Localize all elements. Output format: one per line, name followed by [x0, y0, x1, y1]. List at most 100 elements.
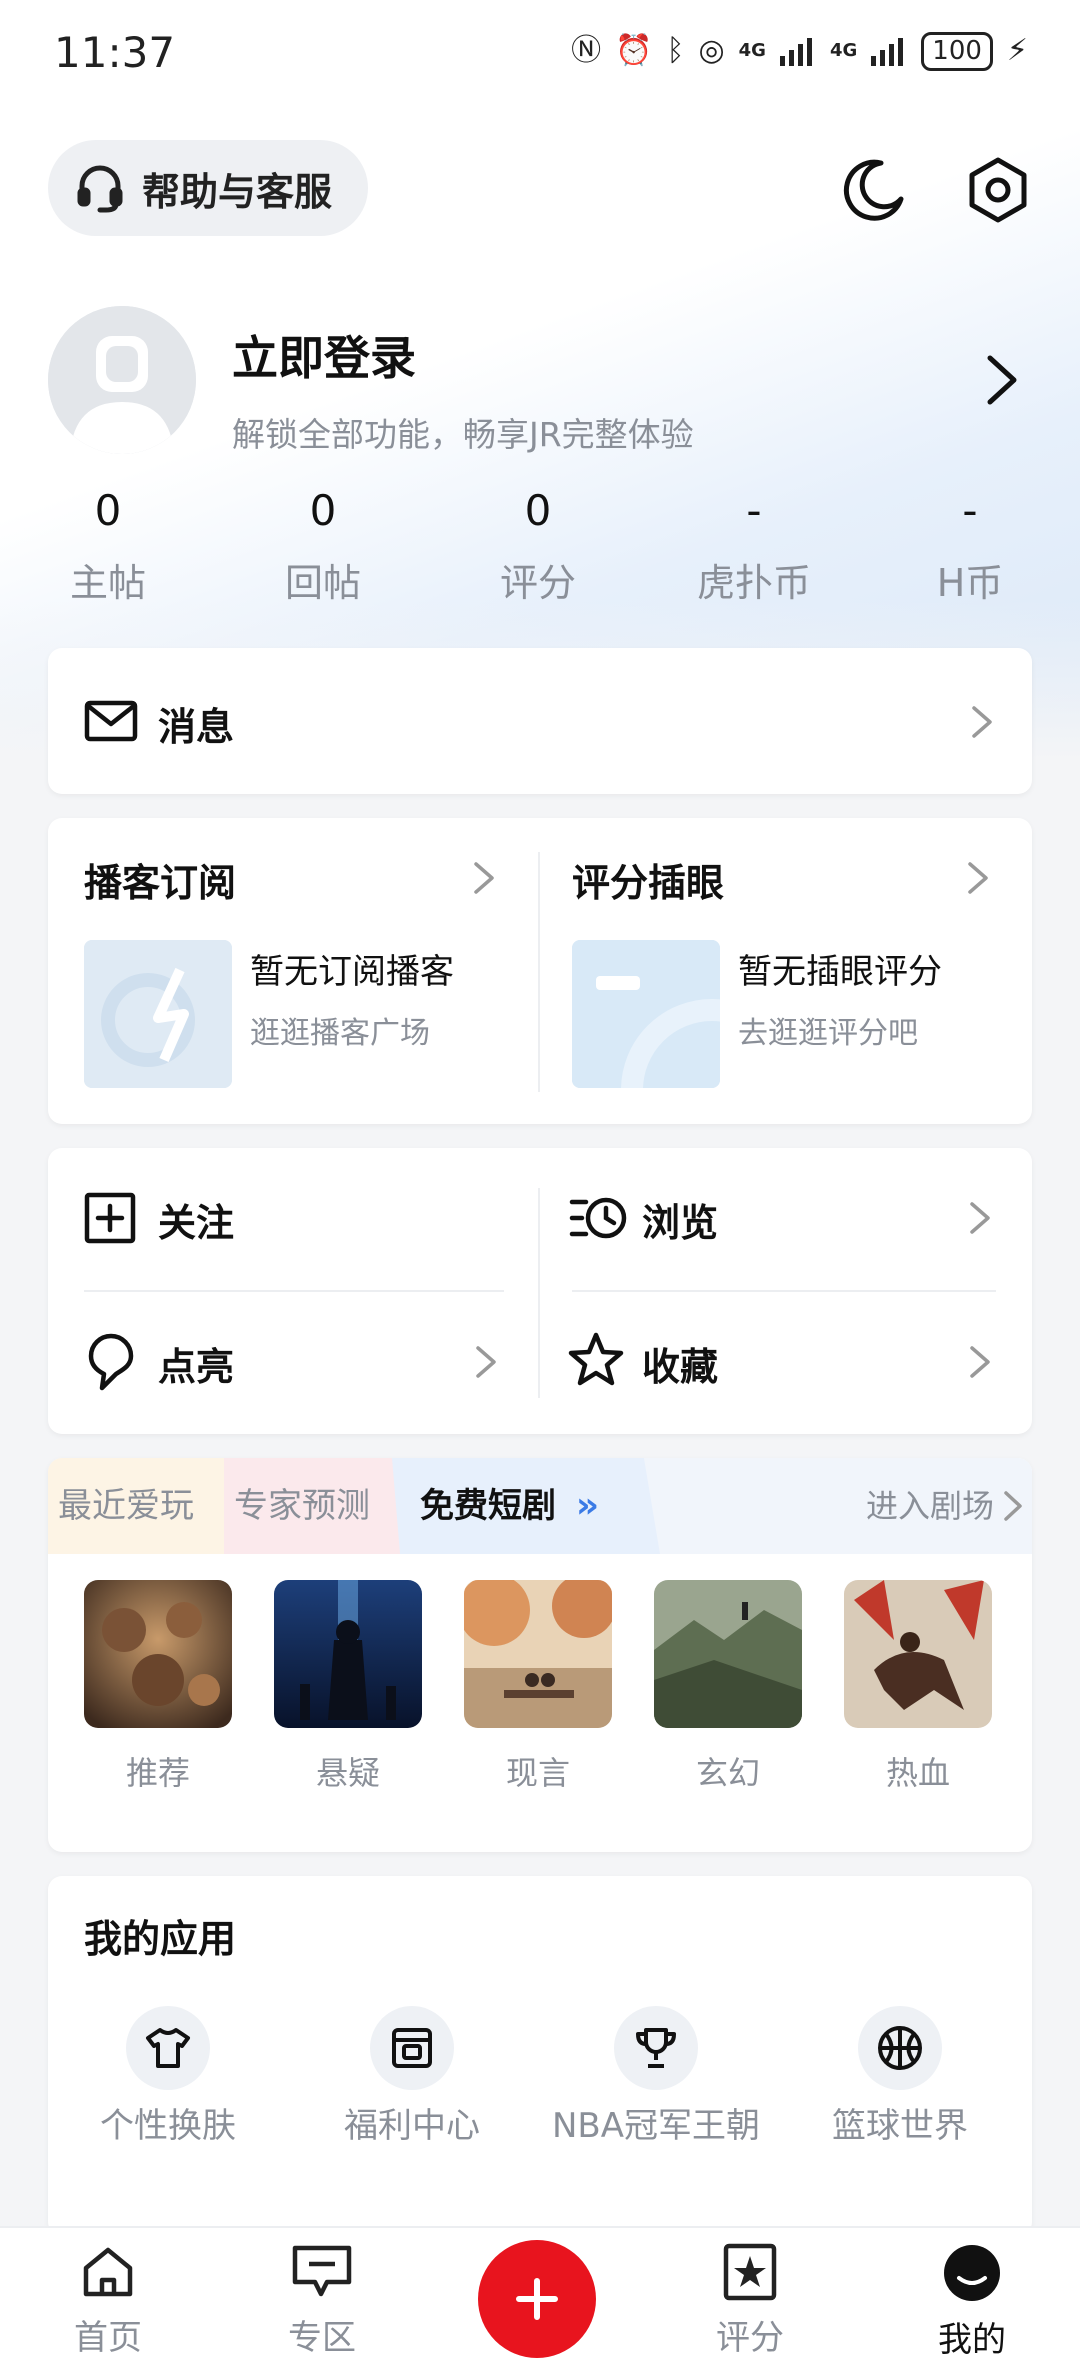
genre-item[interactable]: 推荐: [84, 1580, 232, 1794]
rating-watch-title: 评分插眼: [572, 861, 725, 905]
signal-icon-2: [871, 38, 904, 67]
nav-rating[interactable]: 评分: [680, 2242, 820, 2359]
rating-placeholder-image: [572, 940, 720, 1088]
headset-icon: [77, 165, 123, 213]
podcast-placeholder-image: [84, 940, 232, 1088]
nfc-icon: Ⓝ: [571, 33, 602, 69]
stat-value: -: [746, 486, 762, 535]
stat-label: 虎扑币: [696, 561, 811, 605]
double-chevron-icon: »: [575, 1485, 600, 1526]
genre-cover-image: [844, 1580, 992, 1728]
follow-label: 关注: [158, 1201, 235, 1245]
status-time: 11:37: [54, 28, 176, 77]
app-item-welfare[interactable]: 福利中心: [292, 2006, 532, 2147]
stat-label: 主帖: [69, 561, 146, 605]
genre-list: 推荐 悬疑 现言 玄幻 热血: [62, 1564, 1018, 1840]
short-drama-card: 最近爱玩 专家预测 免费短剧 » 进入剧场 推荐 悬疑 现言 玄幻 热血: [48, 1458, 1032, 1852]
nav-label: 首页: [74, 2318, 142, 2358]
star-icon: [568, 1332, 624, 1386]
app-label: 个性换肤: [100, 2106, 236, 2146]
app-item-skin[interactable]: 个性换肤: [48, 2006, 288, 2147]
favorites-label: 收藏: [642, 1345, 719, 1389]
create-post-button[interactable]: [478, 2240, 596, 2358]
browse-history-item[interactable]: 浏览: [540, 1148, 1032, 1290]
tab-free-short-drama[interactable]: 免费短剧 »: [392, 1458, 660, 1554]
chevron-right-icon: [968, 862, 988, 894]
my-apps-title: 我的应用: [84, 1917, 237, 1961]
drama-tabs: 最近爱玩 专家预测 免费短剧 » 进入剧场: [48, 1458, 1032, 1554]
chevron-right-icon: [972, 706, 992, 738]
chevron-right-icon: [474, 862, 494, 894]
login-subtitle: 解锁全部功能，畅享JR完整体验: [232, 415, 694, 454]
genre-cover-image: [274, 1580, 422, 1728]
chevron-right-icon: [970, 1202, 990, 1234]
nav-zone[interactable]: 专区: [252, 2242, 392, 2359]
tab-recent-play[interactable]: 最近爱玩: [48, 1458, 224, 1554]
history-icon: [569, 1197, 627, 1239]
app-item-basketball-world[interactable]: 篮球世界: [780, 2006, 1020, 2147]
genre-item[interactable]: 现言: [464, 1580, 612, 1794]
tab-expert-prediction[interactable]: 专家预测: [224, 1458, 400, 1554]
home-icon: [83, 2247, 133, 2297]
messages-row[interactable]: 消息: [48, 648, 1032, 794]
stat-hupu-coins[interactable]: - 虎扑币: [674, 480, 834, 607]
genre-item[interactable]: 玄幻: [654, 1580, 802, 1794]
highlight-item[interactable]: 点亮: [48, 1292, 538, 1434]
login-chevron-icon[interactable]: [984, 352, 1020, 412]
add-square-icon: [84, 1192, 136, 1244]
dark-mode-button[interactable]: [834, 150, 914, 230]
nav-label: 评分: [716, 2318, 784, 2358]
stat-h-coins[interactable]: - H币: [890, 480, 1050, 607]
genre-cover-image: [654, 1580, 802, 1728]
zone-icon: [292, 2245, 352, 2297]
hotspot-icon: ◎: [698, 33, 725, 69]
stat-value: -: [962, 486, 978, 535]
quick-links-card: 关注 浏览 点亮 收藏: [48, 1148, 1032, 1434]
gift-box-icon: [370, 2006, 454, 2090]
alarm-icon: ⏰: [615, 33, 653, 69]
network-type-2: 4G: [829, 40, 858, 62]
podcast-title: 播客订阅: [84, 861, 237, 905]
login-title[interactable]: 立即登录: [232, 322, 416, 388]
profile-stats: 0 主帖 0 回帖 0 评分 - 虎扑币 - H币: [0, 480, 1080, 620]
avatar[interactable]: [48, 306, 196, 454]
follow-item[interactable]: 关注: [48, 1148, 538, 1290]
app-item-nba-dynasty[interactable]: NBA冠军王朝: [536, 2006, 776, 2147]
basketball-icon: [858, 2006, 942, 2090]
settings-hex-icon: [969, 157, 1027, 223]
battery-indicator: 100: [921, 32, 993, 71]
rating-empty-subtitle[interactable]: 去逛逛评分吧: [738, 1008, 918, 1052]
stat-posts[interactable]: 0 主帖: [28, 480, 188, 607]
trophy-icon: [614, 2006, 698, 2090]
enter-theater-label: 进入剧场: [865, 1487, 994, 1525]
bluetooth-icon: ᛒ: [666, 33, 685, 69]
stat-ratings[interactable]: 0 评分: [458, 480, 618, 607]
status-icons: Ⓝ ⏰ ᛒ ◎ 4G 4G 100 ⚡: [571, 32, 1028, 71]
settings-button[interactable]: [958, 150, 1038, 230]
bottom-navigation: 首页 专区 评分 我的: [0, 2226, 1080, 2374]
rating-section[interactable]: 评分插眼 暂无插眼评分 去逛逛评分吧: [540, 818, 1032, 1124]
help-service-button[interactable]: 帮助与客服: [48, 140, 369, 236]
app-label: 福利中心: [344, 2106, 480, 2146]
tshirt-icon: [126, 2006, 210, 2090]
stat-replies[interactable]: 0 回帖: [243, 480, 403, 607]
enter-theater-link[interactable]: 进入剧场: [866, 1458, 1024, 1554]
genre-item[interactable]: 热血: [844, 1580, 992, 1794]
genre-item[interactable]: 悬疑: [274, 1580, 422, 1794]
podcast-empty-subtitle[interactable]: 逛逛播客广场: [250, 1008, 430, 1052]
mail-icon: [84, 700, 138, 742]
nav-home[interactable]: 首页: [38, 2242, 178, 2359]
genre-cover-image: [84, 1580, 232, 1728]
stat-value: 0: [524, 486, 552, 535]
stat-label: 回帖: [284, 561, 361, 605]
nav-me[interactable]: 我的: [902, 2242, 1042, 2361]
plus-icon: [516, 2278, 558, 2320]
rating-empty-title: 暂无插眼评分: [738, 952, 942, 992]
highlight-label: 点亮: [158, 1345, 235, 1389]
podcast-empty-title: 暂无订阅播客: [250, 952, 454, 992]
genre-label: 悬疑: [315, 1754, 380, 1792]
podcast-section[interactable]: 播客订阅 暂无订阅播客 逛逛播客广场: [48, 818, 538, 1124]
favorites-item[interactable]: 收藏: [540, 1292, 1032, 1434]
stat-value: 0: [94, 486, 122, 535]
subscriptions-card: 播客订阅 暂无订阅播客 逛逛播客广场 评分插眼 暂无插眼评分 去逛逛评分吧: [48, 818, 1032, 1124]
